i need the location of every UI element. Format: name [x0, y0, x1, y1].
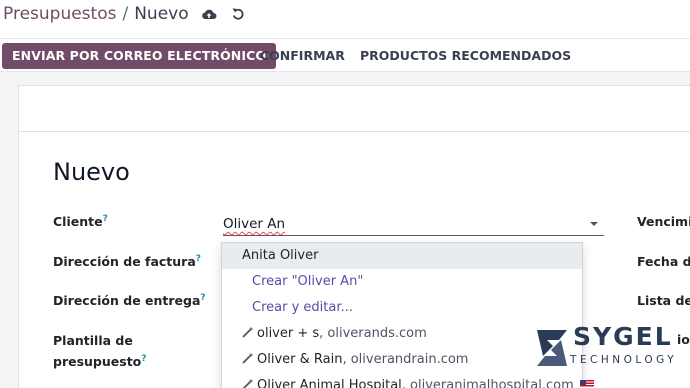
client-input[interactable]: Oliver An [223, 214, 604, 236]
client-input-value: Oliver An [223, 216, 286, 232]
status-bar [19, 86, 690, 132]
chevron-down-icon[interactable] [590, 222, 598, 226]
confirm-button[interactable]: CONFIRMAR [260, 43, 345, 69]
create-and-edit-option[interactable]: Crear y editar... [222, 295, 582, 321]
dropdown-item[interactable]: oliver + s, oliverands.com [222, 321, 582, 347]
breadcrumb-separator: / [122, 4, 129, 24]
magic-wand-icon [242, 322, 254, 348]
pricelist-label: Lista de p [637, 293, 690, 308]
undo-icon[interactable] [231, 7, 245, 21]
dropdown-item[interactable]: Anita Oliver [222, 243, 582, 269]
action-bar: ENVIAR POR CORREO ELECTRÓNICO CONFIRMAR … [0, 38, 690, 72]
expiration-label: Vencimie [637, 214, 690, 229]
create-option[interactable]: Crear "Oliver An" [222, 269, 582, 295]
invoice-address-label: Dirección de factura? [53, 254, 202, 270]
breadcrumb-parent[interactable]: Presupuestos [3, 4, 116, 24]
control-panel: Presupuestos / Nuevo [0, 0, 690, 38]
form-title: Nuevo [53, 158, 130, 186]
dropdown-item[interactable]: Oliver & Rain, oliverandrain.com [222, 347, 582, 373]
logo-tagline: TECHNOLOGY [570, 354, 678, 366]
breadcrumb-current: Nuevo [134, 4, 189, 24]
magic-wand-icon [242, 348, 254, 374]
help-icon[interactable]: ? [200, 293, 205, 303]
logo-wordmark: SYGEL [573, 322, 673, 351]
dropdown-item[interactable]: Oliver Animal Hospital, oliveranimalhosp… [222, 373, 594, 388]
client-label: Cliente? [53, 214, 108, 230]
quotation-template-label: Plantilla de presupuesto? [53, 333, 147, 370]
recommended-products-button[interactable]: PRODUCTOS RECOMENDADOS [360, 43, 571, 69]
logo-mark-icon [535, 328, 569, 372]
magic-wand-icon [242, 374, 254, 388]
help-icon[interactable]: ? [141, 354, 146, 364]
help-icon[interactable]: ? [103, 214, 108, 224]
breadcrumb: Presupuestos / Nuevo [3, 4, 245, 24]
send-email-button[interactable]: ENVIAR POR CORREO ELECTRÓNICO [2, 43, 277, 69]
us-flag-icon [579, 380, 594, 388]
quotation-date-label: Fecha de [637, 254, 690, 269]
sygel-logo: SYGEL TECHNOLOGY [535, 322, 685, 372]
help-icon[interactable]: ? [196, 254, 201, 264]
client-autocomplete-dropdown: Anita Oliver Crear "Oliver An" Crear y e… [221, 242, 594, 388]
delivery-address-label: Dirección de entrega? [53, 293, 206, 309]
cloud-upload-icon[interactable] [201, 7, 217, 21]
